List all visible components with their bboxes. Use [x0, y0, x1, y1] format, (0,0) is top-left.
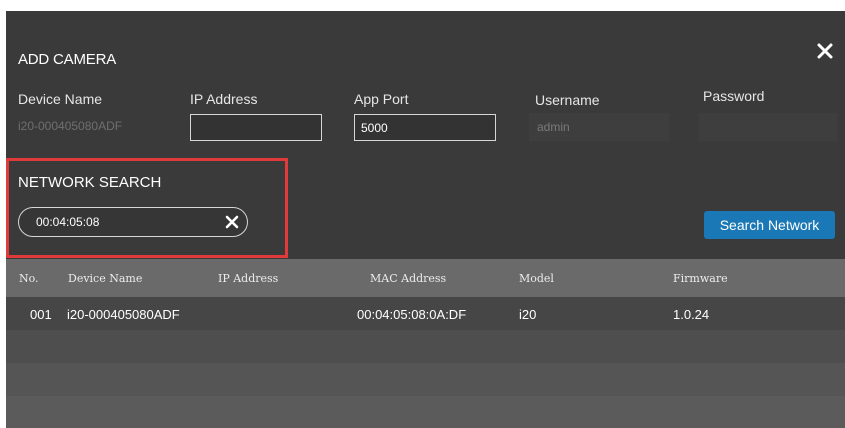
username-field[interactable]	[529, 113, 669, 141]
password-field[interactable]	[699, 113, 837, 141]
cell-no: 001	[30, 307, 52, 322]
column-header-mac-address[interactable]: MAC Address	[370, 272, 446, 285]
table-row-empty	[6, 363, 845, 396]
search-network-button[interactable]: Search Network	[704, 211, 835, 239]
password-label: Password	[703, 88, 765, 104]
table-row-empty	[6, 396, 845, 428]
table-row[interactable]: 001 i20-000405080ADF 00:04:05:08:0A:DF i…	[6, 297, 845, 330]
cell-model: i20	[519, 307, 537, 322]
add-camera-dialog: ADD CAMERA Device Name IP Address App Po…	[6, 11, 845, 428]
app-port-field[interactable]	[354, 114, 496, 141]
network-search-title: NETWORK SEARCH	[18, 174, 162, 191]
app-port-label: App Port	[354, 91, 409, 107]
results-table: No. Device Name IP Address MAC Address M…	[6, 259, 845, 428]
cell-device-name: i20-000405080ADF	[67, 307, 180, 322]
clear-icon[interactable]	[225, 215, 239, 229]
cell-mac-address: 00:04:05:08:0A:DF	[357, 307, 467, 322]
column-header-no[interactable]: No.	[19, 272, 39, 285]
column-header-model[interactable]: Model	[519, 272, 554, 285]
column-header-device-name[interactable]: Device Name	[68, 272, 142, 285]
cell-firmware: 1.0.24	[673, 307, 710, 322]
table-row-empty	[6, 330, 845, 363]
column-header-ip-address[interactable]: IP Address	[218, 272, 278, 285]
network-search-input[interactable]	[36, 212, 196, 232]
ip-address-label: IP Address	[190, 91, 258, 107]
network-search-field	[18, 207, 248, 237]
close-icon[interactable]	[815, 41, 835, 61]
username-label: Username	[535, 92, 600, 108]
table-header: No. Device Name IP Address MAC Address M…	[6, 259, 845, 297]
column-header-firmware[interactable]: Firmware	[673, 272, 728, 285]
device-name-field: i20-000405080ADF	[18, 119, 123, 133]
dialog-title: ADD CAMERA	[18, 51, 117, 68]
device-name-label: Device Name	[18, 91, 103, 107]
ip-address-field[interactable]	[190, 114, 322, 141]
